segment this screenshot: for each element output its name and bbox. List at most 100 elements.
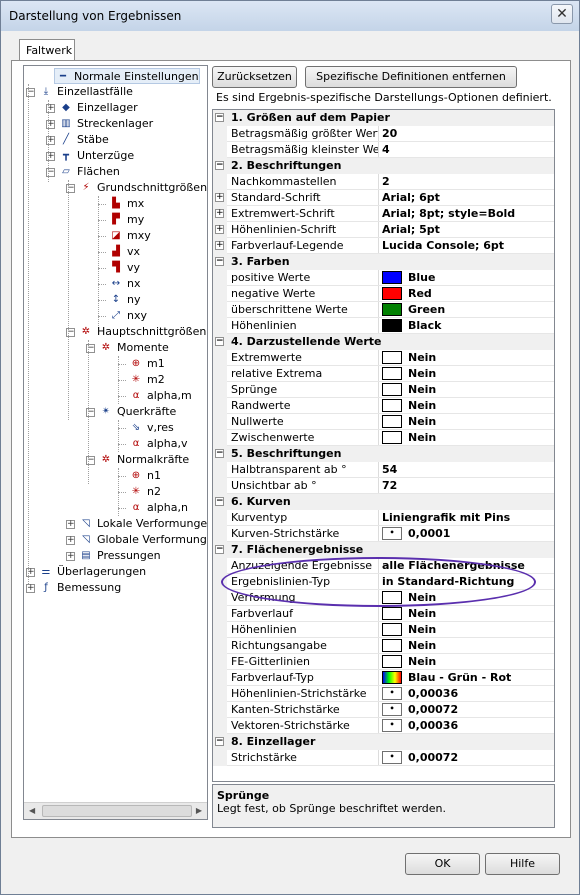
tree-item-grundschnittgrößen[interactable]: ⚡ Grundschnittgrößen <box>78 180 207 196</box>
remove-specific-definitions-button[interactable]: Spezifische Definitionen entfernen <box>305 66 517 88</box>
property-row[interactable]: Betragsmäßig kleinster Wert [n4 <box>213 142 554 158</box>
property-value[interactable]: Nein <box>378 414 554 430</box>
property-row[interactable]: Kurven-Strichstärke • 0,0001 <box>213 526 554 542</box>
property-value[interactable]: 72 <box>378 478 554 494</box>
category-header[interactable]: −3. Farben <box>213 254 554 270</box>
category-header[interactable]: −5. Beschriftungen <box>213 446 554 462</box>
category-header[interactable]: −2. Beschriftungen <box>213 158 554 174</box>
scrollbar-thumb[interactable] <box>42 805 192 817</box>
category-tree[interactable]: ◀ ▶ ━ Normale Einstellungen − ⤓ Einzellastfä… <box>23 65 208 820</box>
expand-toggle-icon[interactable]: + <box>215 225 224 234</box>
category-header[interactable]: −7. Flächenergebnisse <box>213 542 554 558</box>
property-row[interactable]: Sprünge Nein <box>213 382 554 398</box>
tree-item-nx[interactable]: ↔ nx <box>108 276 141 292</box>
tree-item-bemessung[interactable]: ƒ Bemessung <box>38 580 121 596</box>
tree-item-einzellager[interactable]: ◆ Einzellager <box>58 100 138 116</box>
property-row[interactable]: überschrittene Werte Green <box>213 302 554 318</box>
property-value[interactable]: • 0,00036 <box>378 718 554 734</box>
property-value[interactable]: 20 <box>378 126 554 142</box>
property-value[interactable]: Nein <box>378 382 554 398</box>
property-value[interactable]: Arial; 8pt; style=Bold <box>378 206 554 222</box>
property-row[interactable]: Halbtransparent ab ° 54 <box>213 462 554 478</box>
property-row[interactable]: + Höhenlinien-Schrift Arial; 5pt <box>213 222 554 238</box>
property-value[interactable]: Nein <box>378 398 554 414</box>
property-row[interactable]: Betragsmäßig größter Wert [m20 <box>213 126 554 142</box>
collapse-toggle-icon[interactable]: − <box>215 337 224 346</box>
expand-toggle-icon[interactable]: + <box>215 241 224 250</box>
property-value[interactable]: Nein <box>378 366 554 382</box>
close-button[interactable]: ✕ <box>551 4 573 24</box>
expand-toggle-icon[interactable]: + <box>26 584 35 593</box>
tree-item-my[interactable]: ▛ my <box>108 212 144 228</box>
property-row[interactable]: Kanten-Strichstärke • 0,00072 <box>213 702 554 718</box>
property-row[interactable]: positive Werte Blue <box>213 270 554 286</box>
tree-item-lokale-verformungen[interactable]: ◹ Lokale Verformungen <box>78 516 207 532</box>
tree-item-alpha-v[interactable]: α alpha,v <box>128 436 188 452</box>
property-row[interactable]: Extremwerte Nein <box>213 350 554 366</box>
property-value[interactable]: 2 <box>378 174 554 190</box>
property-row[interactable]: + Farbverlauf-Legende Lucida Console; 6pt <box>213 238 554 254</box>
tree-item-globale-verformungen[interactable]: ◹ Globale Verformungen <box>78 532 207 548</box>
category-header[interactable]: −4. Darzustellende Werte <box>213 334 554 350</box>
collapse-toggle-icon[interactable]: − <box>215 257 224 266</box>
property-row[interactable]: Farbverlauf-Typ Blau - Grün - Rot <box>213 670 554 686</box>
property-row[interactable]: Zwischenwerte Nein <box>213 430 554 446</box>
tree-item-n1[interactable]: ⊕ n1 <box>128 468 161 484</box>
property-value[interactable]: • 0,00036 <box>378 686 554 702</box>
property-value[interactable]: Green <box>378 302 554 318</box>
expand-toggle-icon[interactable]: + <box>66 520 75 529</box>
tree-horizontal-scrollbar[interactable]: ◀ ▶ <box>24 802 207 819</box>
property-value[interactable]: Red <box>378 286 554 302</box>
collapse-toggle-icon[interactable]: − <box>215 545 224 554</box>
property-value[interactable]: Nein <box>378 430 554 446</box>
tree-item-flächen[interactable]: ▱ Flächen <box>58 164 120 180</box>
tree-item-v-res[interactable]: ⇘ v,res <box>128 420 174 436</box>
property-row[interactable]: Richtungsangabe Nein <box>213 638 554 654</box>
tree-item-vx[interactable]: ▟ vx <box>108 244 140 260</box>
tree-item-momente[interactable]: ✲ Momente <box>98 340 169 356</box>
category-header[interactable]: −1. Größen auf dem Papier <box>213 110 554 126</box>
property-row[interactable]: Kurventyp Liniengrafik mit Pins <box>213 510 554 526</box>
reset-button[interactable]: Zurücksetzen <box>212 66 297 88</box>
property-row[interactable]: Höhenlinien Nein <box>213 622 554 638</box>
tree-item-normale-einstellungen[interactable]: ━ Normale Einstellungen <box>54 68 200 84</box>
expand-toggle-icon[interactable]: + <box>66 552 75 561</box>
property-row[interactable]: Unsichtbar ab ° 72 <box>213 478 554 494</box>
property-value[interactable]: • 0,0001 <box>378 526 554 542</box>
category-header[interactable]: −6. Kurven <box>213 494 554 510</box>
property-row[interactable]: relative Extrema Nein <box>213 366 554 382</box>
property-row[interactable]: Randwerte Nein <box>213 398 554 414</box>
property-row[interactable]: + Extremwert-Schrift Arial; 8pt; style=Bol… <box>213 206 554 222</box>
tree-item-querkräfte[interactable]: ✴ Querkräfte <box>98 404 177 420</box>
property-row[interactable]: Farbverlauf Nein <box>213 606 554 622</box>
tree-item-nxy[interactable]: ⤢ nxy <box>108 308 147 324</box>
category-header[interactable]: −8. Einzellager <box>213 734 554 750</box>
expand-toggle-icon[interactable]: + <box>66 536 75 545</box>
property-row[interactable]: Höhenlinien-Strichstärke • 0,00036 <box>213 686 554 702</box>
tree-item-hauptschnittgrößen[interactable]: ✲ Hauptschnittgrößen <box>78 324 207 340</box>
property-value[interactable]: Black <box>378 318 554 334</box>
property-value[interactable]: Arial; 6pt <box>378 190 554 206</box>
expand-toggle-icon[interactable]: + <box>215 209 224 218</box>
tree-item-pressungen[interactable]: ▤ Pressungen <box>78 548 160 564</box>
property-value[interactable]: Nein <box>378 654 554 670</box>
property-row[interactable]: Strichstärke • 0,00072 <box>213 750 554 766</box>
property-value[interactable]: Arial; 5pt <box>378 222 554 238</box>
expand-toggle-icon[interactable]: + <box>215 193 224 202</box>
tree-item-alpha-n[interactable]: α alpha,n <box>128 500 188 516</box>
tree-item-m2[interactable]: ✳ m2 <box>128 372 165 388</box>
tree-item-einzellastfälle[interactable]: ⤓ Einzellastfälle <box>38 84 133 100</box>
property-row[interactable]: Vektoren-Strichstärke • 0,00036 <box>213 718 554 734</box>
tree-item-vy[interactable]: ▜ vy <box>108 260 140 276</box>
help-button[interactable]: Hilfe <box>485 853 560 875</box>
property-value[interactable]: • 0,00072 <box>378 750 554 766</box>
ok-button[interactable]: OK <box>405 853 480 875</box>
collapse-toggle-icon[interactable]: − <box>215 113 224 122</box>
property-value[interactable]: Nein <box>378 638 554 654</box>
property-value[interactable]: Blue <box>378 270 554 286</box>
tree-item-n2[interactable]: ✳ n2 <box>128 484 161 500</box>
tree-item-mxy[interactable]: ◪ mxy <box>108 228 150 244</box>
tab-faltwerk[interactable]: Faltwerk <box>19 39 75 61</box>
property-value[interactable]: Blau - Grün - Rot <box>378 670 554 686</box>
tree-item-ny[interactable]: ↕ ny <box>108 292 141 308</box>
